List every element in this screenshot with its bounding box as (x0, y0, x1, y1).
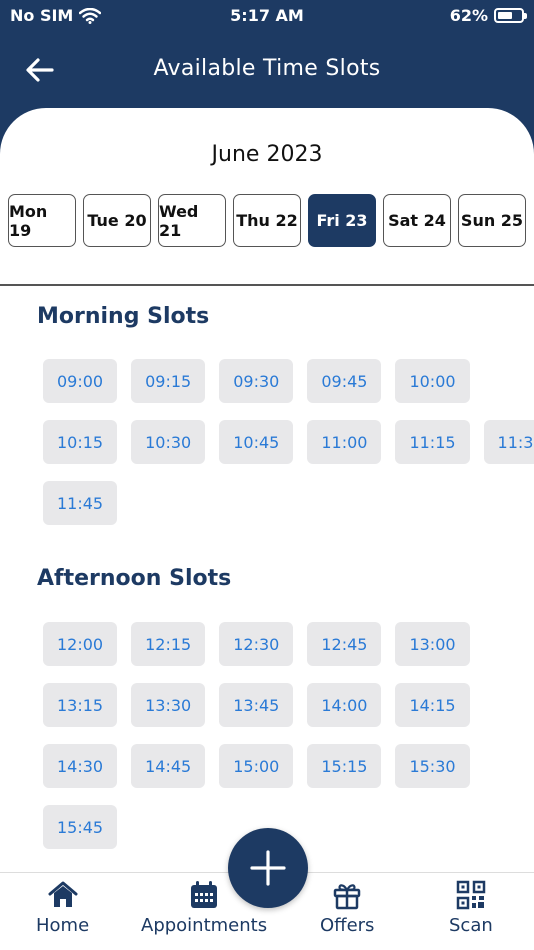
nav-scan[interactable]: Scan (449, 879, 493, 936)
slot-row: 15:45 (43, 805, 118, 849)
time-slot-button[interactable]: 09:00 (43, 359, 118, 403)
nav-home[interactable]: Home (36, 879, 89, 936)
nav-scan-label: Scan (449, 915, 493, 936)
content-card: June 2023 Mon 19 Tue 20 Wed 21 Thu 22 Fri 23… (0, 108, 534, 878)
time-slot-button[interactable]: 13:30 (131, 683, 206, 727)
time-slot-button[interactable]: 12:00 (43, 622, 118, 666)
time-slot-button[interactable]: 09:15 (131, 359, 206, 403)
day-button[interactable]: Wed 21 (158, 194, 226, 247)
nav-offers[interactable]: Offers (320, 879, 374, 936)
time-slot-button[interactable]: 10:30 (131, 420, 206, 464)
home-icon (48, 881, 78, 907)
battery-percent: 62% (449, 6, 488, 25)
time-slot-button[interactable]: 11:30 (483, 420, 534, 464)
time-slot-button[interactable]: 10:45 (219, 420, 294, 464)
time-slot-button[interactable]: 11:00 (307, 420, 382, 464)
battery-icon (494, 8, 527, 23)
nav-appointments-label: Appointments (141, 915, 268, 936)
time-slot-button[interactable]: 09:30 (219, 359, 294, 403)
slot-row: 13:15 13:30 13:45 14:00 14:15 (43, 683, 470, 727)
add-appointment-button[interactable] (228, 828, 308, 908)
time-slot-button[interactable]: 14:00 (307, 683, 382, 727)
status-bar: No SIM 5:17 AM 62% (0, 0, 534, 32)
time-slot-button[interactable]: 12:30 (219, 622, 294, 666)
divider (0, 284, 534, 286)
time-slot-button[interactable]: 14:45 (131, 744, 206, 788)
calendar-icon (191, 881, 218, 908)
day-button[interactable]: Mon 19 (8, 194, 76, 247)
time-slot-button[interactable]: 09:45 (307, 359, 382, 403)
time-slot-button[interactable]: 12:45 (307, 622, 382, 666)
morning-slots-title: Morning Slots (37, 304, 210, 329)
nav-offers-label: Offers (320, 915, 375, 936)
time-slot-button[interactable]: 12:15 (131, 622, 206, 666)
slot-row: 11:45 (43, 481, 118, 525)
slot-row: 10:15 10:30 10:45 11:00 11:15 11:30 (43, 420, 534, 464)
day-selector: Mon 19 Tue 20 Wed 21 Thu 22 Fri 23 Sat 24 Sun … (8, 194, 526, 247)
time-slot-button[interactable]: 14:15 (395, 683, 470, 727)
time-slot-button[interactable]: 13:00 (395, 622, 470, 666)
month-label: June 2023 (211, 142, 323, 167)
day-button[interactable]: Sun 25 (458, 194, 526, 247)
nav-home-label: Home (36, 915, 90, 936)
day-button[interactable]: Thu 22 (233, 194, 301, 247)
day-button[interactable]: Fri 23 (308, 194, 376, 247)
battery-fill (498, 12, 512, 19)
day-button[interactable]: Sat 24 (383, 194, 451, 247)
time-slot-button[interactable]: 13:15 (43, 683, 118, 727)
afternoon-slots-title: Afternoon Slots (37, 566, 232, 591)
slot-row: 12:00 12:15 12:30 12:45 13:00 (43, 622, 470, 666)
qr-code-icon (456, 880, 486, 910)
time-slot-button[interactable]: 11:15 (395, 420, 470, 464)
time-slot-button[interactable]: 11:45 (43, 481, 118, 525)
slot-row: 09:00 09:15 09:30 09:45 10:00 (43, 359, 470, 403)
time-slot-button[interactable]: 14:30 (43, 744, 118, 788)
day-button[interactable]: Tue 20 (83, 194, 151, 247)
page-title: Available Time Slots (153, 56, 381, 81)
gift-icon (333, 884, 361, 910)
time-slot-button[interactable]: 15:15 (307, 744, 382, 788)
time-slot-button[interactable]: 10:00 (395, 359, 470, 403)
time-slot-button[interactable]: 15:30 (395, 744, 470, 788)
app-header: Available Time Slots (0, 32, 534, 108)
status-right: 62% (449, 6, 527, 25)
time-slot-button[interactable]: 15:45 (43, 805, 118, 849)
time-slot-button[interactable]: 13:45 (219, 683, 294, 727)
plus-icon (250, 850, 286, 886)
time-slot-button[interactable]: 10:15 (43, 420, 118, 464)
time-slot-button[interactable]: 15:00 (219, 744, 294, 788)
slot-row: 14:30 14:45 15:00 15:15 15:30 (43, 744, 470, 788)
